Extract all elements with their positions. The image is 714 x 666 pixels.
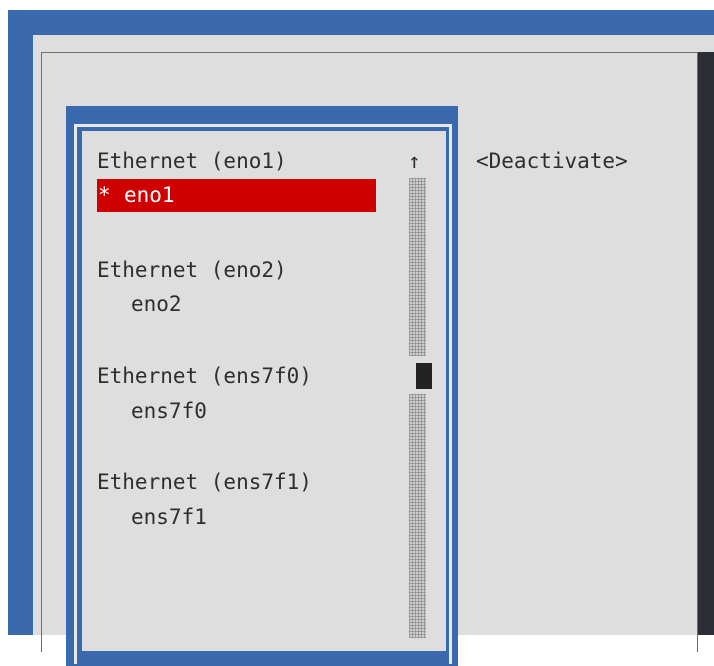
deactivate-button[interactable]: <Deactivate> (476, 146, 628, 176)
dialog-shadow (698, 52, 714, 635)
connection-item-eno1-selected[interactable]: * eno1 (97, 179, 376, 212)
scrollbar-track[interactable] (409, 178, 426, 638)
connection-device-eno1: eno1 (124, 183, 175, 207)
connection-title-eno2[interactable]: Ethernet (eno2) (97, 255, 287, 285)
scroll-up-arrow-icon[interactable]: ↑ (408, 146, 421, 176)
connection-device-eno2[interactable]: eno2 (131, 289, 182, 319)
connection-title-ens7f1[interactable]: Ethernet (ens7f1) (97, 467, 312, 497)
connection-device-ens7f1[interactable]: ens7f1 (131, 502, 207, 532)
connection-title-eno1[interactable]: Ethernet (eno1) (97, 146, 287, 176)
connection-title-ens7f0[interactable]: Ethernet (ens7f0) (97, 361, 312, 391)
active-marker: * (98, 183, 124, 207)
connection-device-ens7f0[interactable]: ens7f0 (131, 396, 207, 426)
scrollbar-thumb[interactable] (416, 363, 432, 389)
